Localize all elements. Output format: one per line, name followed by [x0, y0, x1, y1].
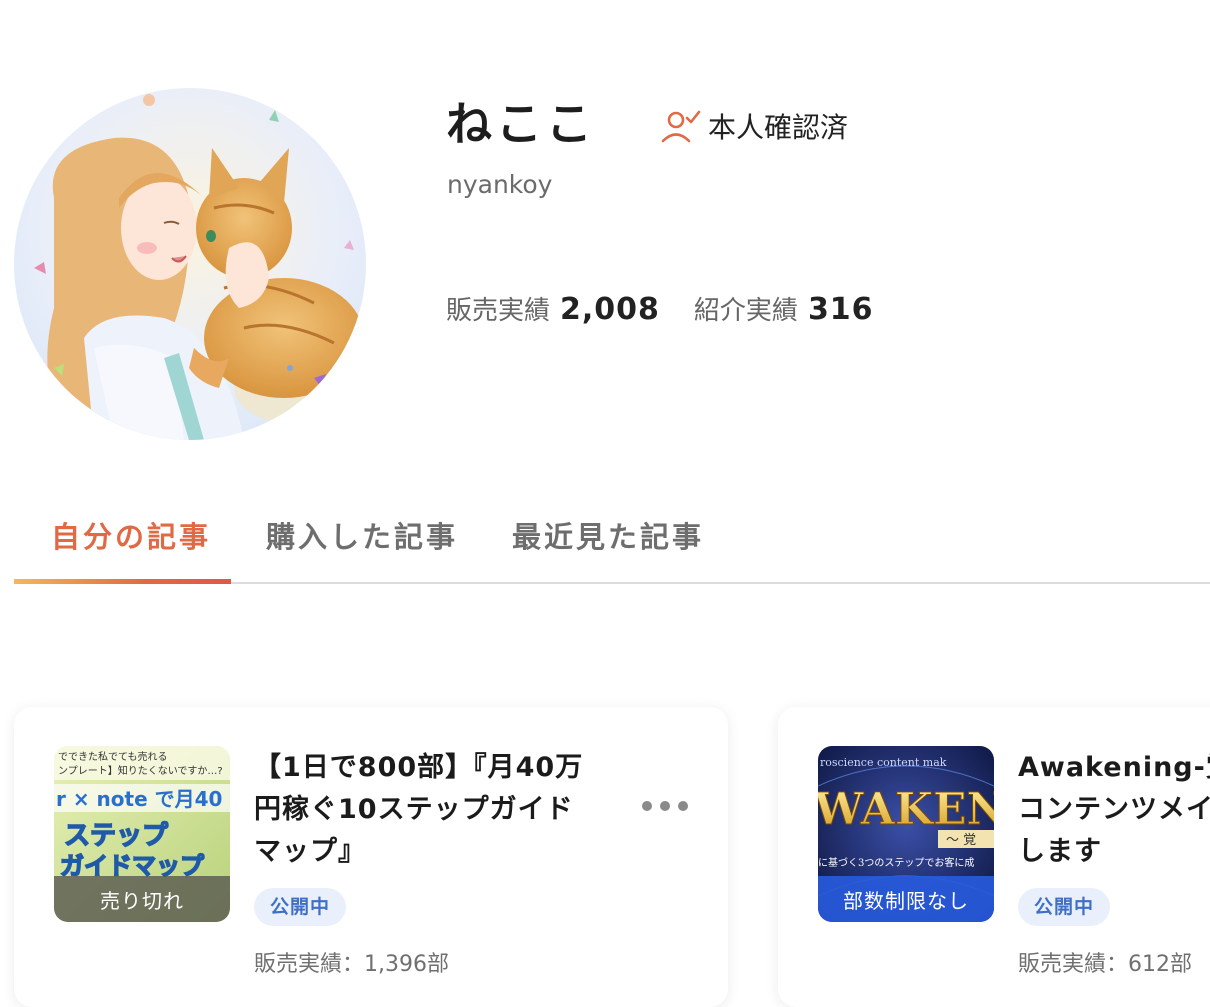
person-check-icon: [661, 110, 701, 143]
sold-out-badge: 売り切れ: [54, 876, 230, 922]
thumb-top: roscience content mak: [820, 756, 947, 769]
status-badge: 公開中: [1018, 888, 1111, 926]
sales-stat-value: 2,008: [560, 292, 660, 327]
profile-avatar: [14, 88, 366, 440]
article-title[interactable]: Awakening-覚 コンテンツメイ します: [1018, 747, 1210, 873]
more-horizontal-icon[interactable]: [642, 791, 688, 821]
article-thumbnail[interactable]: でできた私でても売れる ンプレート】知りたくないですか…? r × note で…: [54, 746, 230, 922]
article-sales: 販売実績：1,396部: [254, 952, 449, 977]
article-title[interactable]: 【1日で800部】『月40万円稼ぐ10ステップガイドマップ』: [254, 747, 599, 873]
profile-name: ねここ: [446, 97, 596, 151]
article-thumbnail[interactable]: roscience content mak WAKENIN 〜 覚 に基づく3つ…: [818, 746, 994, 922]
verified-label: 本人確認済: [708, 111, 849, 144]
active-tab-indicator: [14, 579, 231, 584]
profile-stats: 販売実績 2,008 紹介実績 316: [446, 290, 874, 327]
profile-handle: nyankoy: [447, 170, 553, 199]
thumb-big: WAKENIN: [818, 784, 994, 835]
status-badge: 公開中: [254, 888, 347, 926]
thumb-line1: でできた私でても売れる: [58, 750, 168, 763]
article-card[interactable]: でできた私でても売れる ンプレート】知りたくないですか…? r × note で…: [14, 707, 728, 1007]
article-card[interactable]: roscience content mak WAKENIN 〜 覚 に基づく3つ…: [778, 707, 1210, 1007]
thumb-brand: r × note で月40: [56, 787, 222, 811]
tab-my-articles[interactable]: 自分の記事: [51, 514, 211, 556]
referral-stat-label: 紹介実績: [693, 296, 798, 326]
verified-badge: 本人確認済: [660, 106, 848, 146]
referral-stat-value: 316: [807, 292, 874, 327]
article-sales: 販売実績：612部: [1018, 952, 1192, 977]
thumb-line2: ンプレート】知りたくないですか…?: [58, 764, 223, 777]
thumb-big1: ステップ: [64, 821, 169, 851]
unlimited-badge: 部数制限なし: [818, 876, 994, 922]
sales-stat-label: 販売実績: [446, 296, 551, 326]
tab-purchased-articles[interactable]: 購入した記事: [266, 514, 458, 556]
tab-recently-viewed[interactable]: 最近見た記事: [512, 514, 704, 556]
article-tabs: 自分の記事 購入した記事 最近見た記事: [14, 490, 1210, 584]
thumb-line: に基づく3つのステップでお客に成: [818, 856, 974, 869]
thumb-sub: 〜 覚: [946, 833, 976, 848]
